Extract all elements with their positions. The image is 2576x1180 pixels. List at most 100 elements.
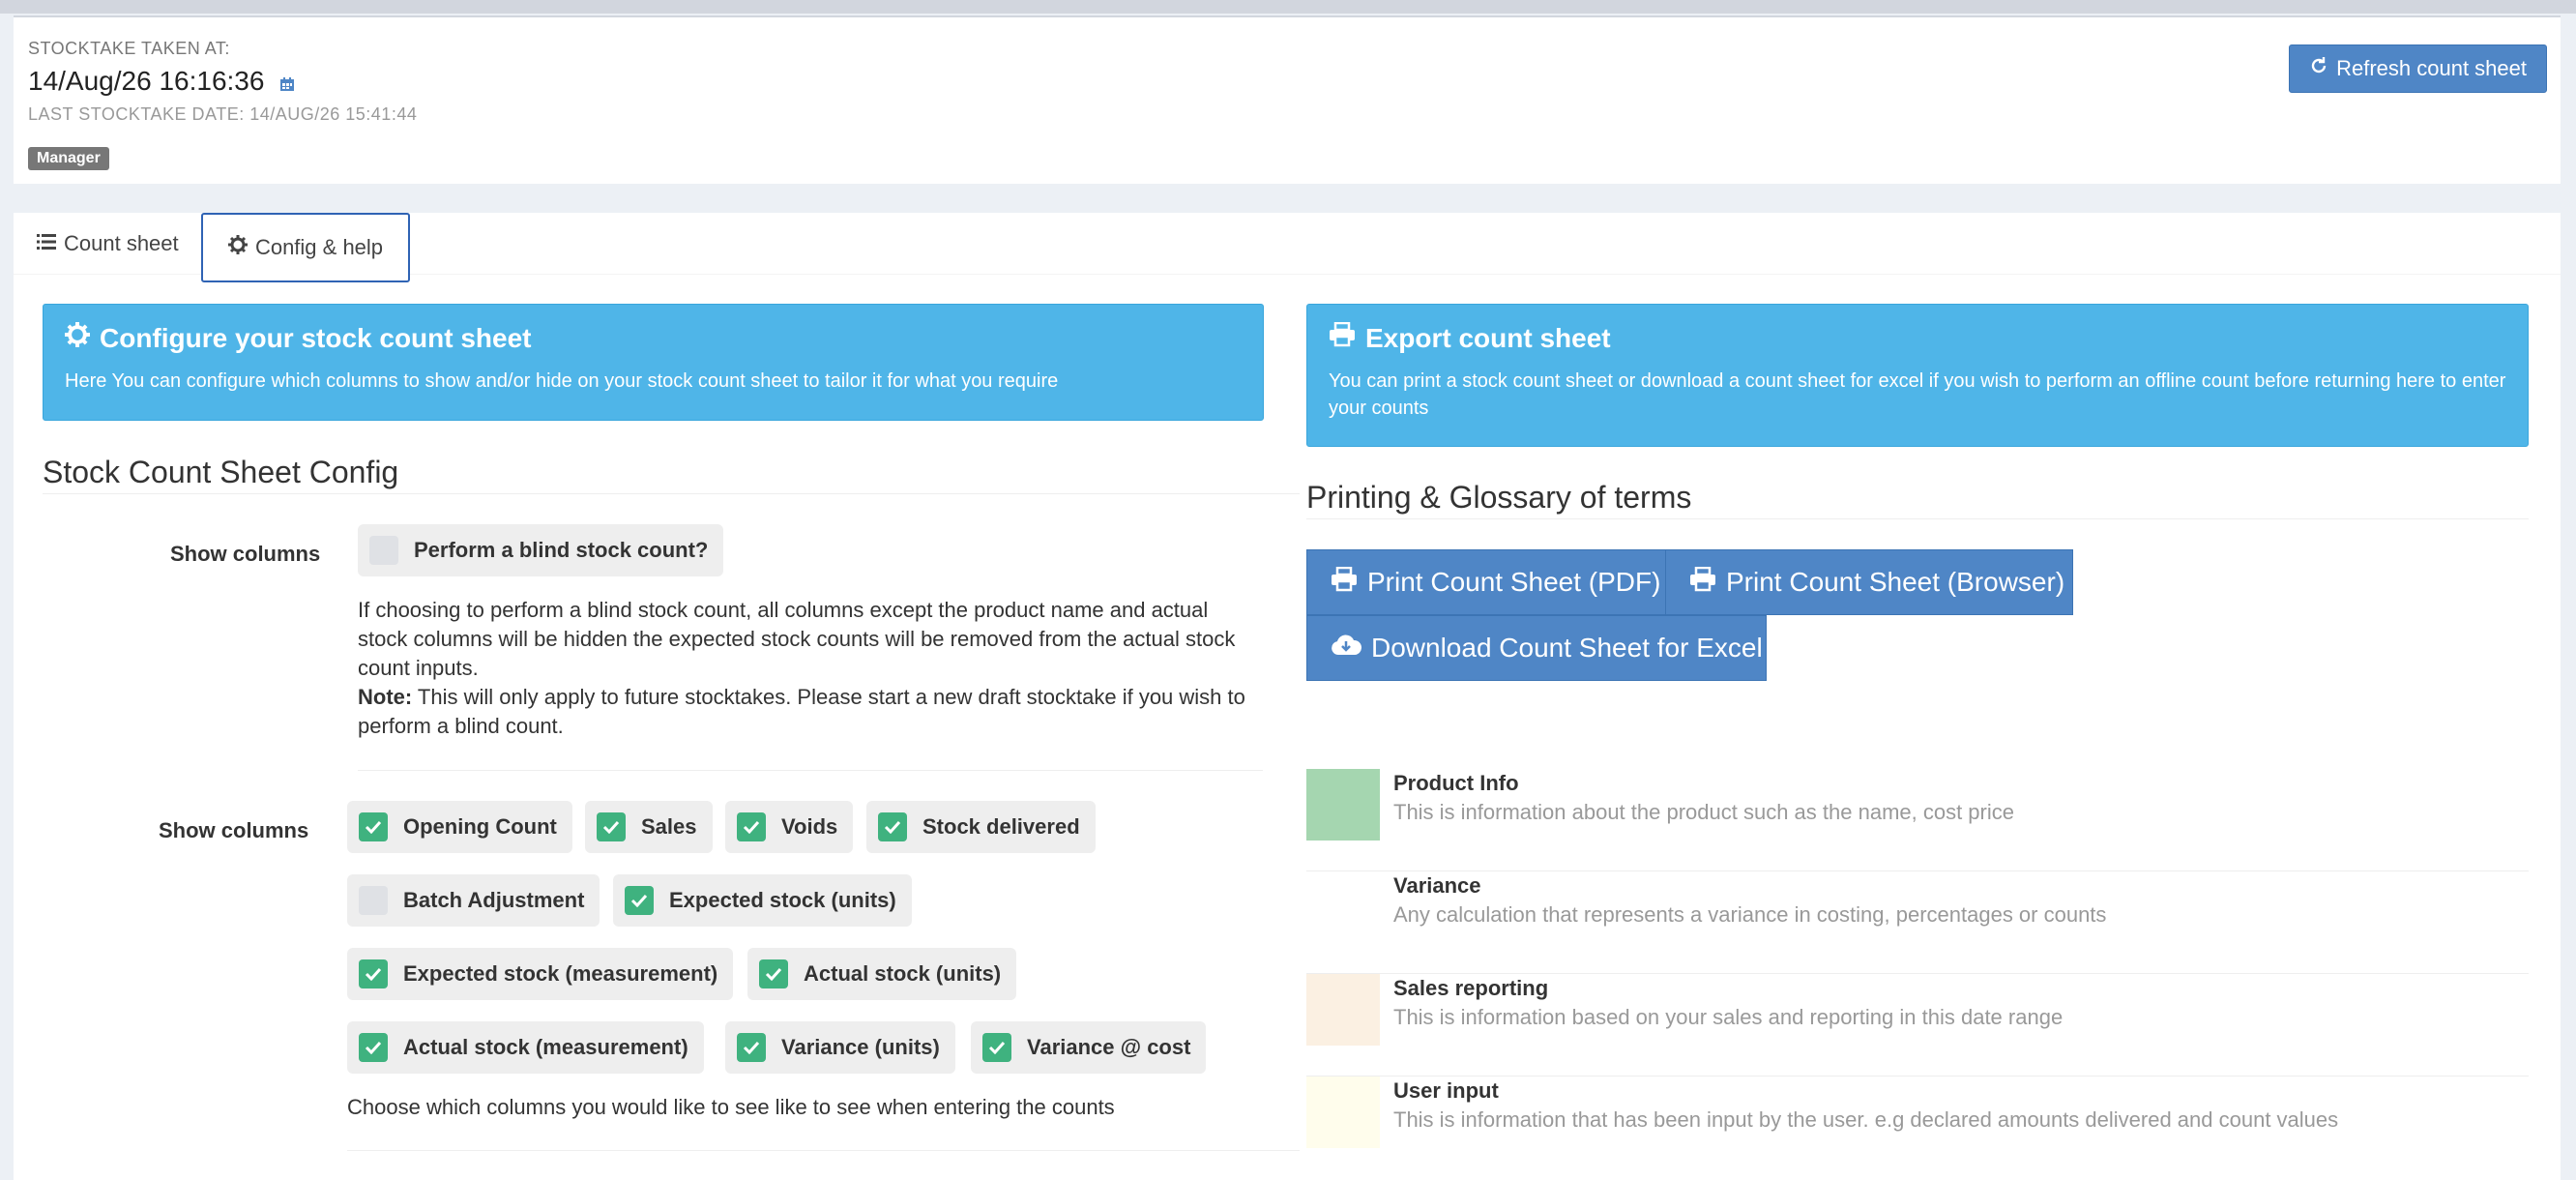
variance-swatch — [1306, 871, 1380, 943]
glossary-title: Variance — [1393, 873, 1481, 898]
configure-callout: Configure your stock count sheet Here Yo… — [43, 304, 1264, 421]
note-text: This will only apply to future stocktake… — [358, 685, 1245, 738]
column-label: Expected stock (units) — [669, 888, 896, 912]
printing-section-title: Printing & Glossary of terms — [1306, 480, 1692, 515]
blind-help-text: If choosing to perform a blind stock cou… — [358, 598, 1236, 680]
divider — [358, 770, 1263, 771]
checkbox-unchecked-icon — [359, 886, 388, 915]
cloud-download-icon — [1331, 633, 1362, 664]
blind-help: If choosing to perform a blind stock cou… — [358, 596, 1257, 741]
export-text: You can print a stock count sheet or dow… — [1329, 370, 2506, 419]
gear-icon — [227, 235, 248, 260]
column-label: Sales — [641, 814, 697, 839]
check-icon — [982, 1033, 1011, 1062]
check-icon — [737, 1033, 766, 1062]
refresh-icon — [2309, 56, 2328, 81]
tab-config-help-label: Config & help — [254, 235, 384, 259]
column-toggle-expected-units[interactable]: Expected stock (units) — [613, 874, 912, 927]
check-icon — [359, 959, 388, 988]
config-section-title: Stock Count Sheet Config — [43, 455, 399, 489]
check-icon — [597, 812, 626, 841]
column-label: Expected stock (measurement) — [403, 961, 718, 986]
print-pdf-button[interactable]: Print Count Sheet (PDF) — [1306, 549, 1666, 615]
column-toggle-stock-delivered[interactable]: Stock delivered — [866, 801, 1096, 853]
column-toggle-sales[interactable]: Sales — [585, 801, 713, 853]
glossary-title: Sales reporting — [1393, 976, 1549, 1000]
user-input-swatch — [1306, 1077, 1380, 1148]
column-label: Opening Count — [403, 814, 557, 839]
download-excel-button[interactable]: Download Count Sheet for Excel — [1306, 615, 1767, 681]
column-toggle-variance-cost[interactable]: Variance @ cost — [971, 1021, 1207, 1074]
printer-icon — [1689, 566, 1716, 599]
columns-row-label: Show columns — [159, 818, 309, 842]
columns-help: Choose which columns you would like to s… — [347, 1095, 1115, 1119]
column-label: Actual stock (measurement) — [403, 1035, 688, 1059]
glossary-item-product-info: Product Info This is information about t… — [1306, 769, 2529, 871]
glossary-desc: This is information based on your sales … — [1393, 1005, 2064, 1029]
check-icon — [359, 812, 388, 841]
taken-label: STOCKTAKE TAKEN AT: — [28, 39, 230, 58]
column-label: Batch Adjustment — [403, 888, 585, 912]
printer-icon — [1329, 321, 1356, 354]
configure-title: Configure your stock count sheet — [100, 322, 532, 353]
divider — [347, 1150, 1300, 1151]
column-toggle-actual-measurement[interactable]: Actual stock (measurement) — [347, 1021, 704, 1074]
column-label: Voids — [781, 814, 838, 839]
column-toggle-expected-measurement[interactable]: Expected stock (measurement) — [347, 948, 734, 1000]
column-toggle-actual-units[interactable]: Actual stock (units) — [747, 948, 1017, 1000]
column-label: Actual stock (units) — [804, 961, 1002, 986]
last-stocktake-date: LAST STOCKTAKE DATE: 14/AUG/26 15:41:44 — [28, 104, 418, 124]
glossary-item-user-input: User input This is information that has … — [1306, 1077, 2529, 1179]
configure-text: Here You can configure which columns to … — [65, 370, 1059, 392]
note-label: Note: — [358, 685, 413, 709]
export-title: Export count sheet — [1365, 322, 1611, 353]
divider — [1306, 518, 2529, 519]
role-badge: Manager — [28, 147, 109, 170]
check-icon — [737, 812, 766, 841]
check-icon — [625, 886, 654, 915]
glossary-desc: Any calculation that represents a varian… — [1393, 902, 2107, 927]
download-excel-label: Download Count Sheet for Excel — [1371, 633, 1763, 663]
glossary-title: User input — [1393, 1078, 1499, 1103]
tab-bar: Count sheet Config & help — [14, 213, 2561, 282]
glossary-desc: This is information that has been input … — [1393, 1107, 2339, 1132]
taken-value: 14/Aug/26 16:16:36 — [28, 66, 295, 97]
tab-count-sheet[interactable]: Count sheet — [14, 213, 202, 275]
check-icon — [759, 959, 788, 988]
check-icon — [878, 812, 907, 841]
refresh-label: Refresh count sheet — [2336, 56, 2527, 80]
refresh-count-sheet-button[interactable]: Refresh count sheet — [2289, 44, 2547, 93]
stocktake-header: STOCKTAKE TAKEN AT: 14/Aug/26 16:16:36 L… — [14, 15, 2561, 184]
glossary-item-variance: Variance Any calculation that represents… — [1306, 871, 2529, 974]
glossary-item-sales-reporting: Sales reporting This is information base… — [1306, 974, 2529, 1077]
column-toggle-voids[interactable]: Voids — [725, 801, 854, 853]
gear-icon — [65, 322, 90, 354]
column-toggle-opening-count[interactable]: Opening Count — [347, 801, 572, 853]
column-toggle-batch-adjustment[interactable]: Batch Adjustment — [347, 874, 600, 927]
list-icon — [37, 231, 56, 256]
print-pdf-label: Print Count Sheet (PDF) — [1367, 567, 1661, 597]
taken-datetime: 14/Aug/26 16:16:36 — [28, 66, 265, 96]
product-info-swatch — [1306, 769, 1380, 841]
check-icon — [359, 1033, 388, 1062]
top-border — [0, 0, 2576, 14]
blind-count-checkbox[interactable]: Perform a blind stock count? — [358, 524, 724, 576]
checkbox-unchecked-icon — [369, 536, 398, 565]
glossary-title: Product Info — [1393, 771, 1519, 795]
tab-config-help[interactable]: Config & help — [201, 213, 410, 282]
sales-reporting-swatch — [1306, 974, 1380, 1046]
tab-panel: Count sheet Config & help Configure your… — [14, 213, 2561, 1180]
column-label: Stock delivered — [922, 814, 1080, 839]
blind-row-label: Show columns — [170, 542, 321, 566]
printer-icon — [1331, 566, 1358, 599]
blind-count-label: Perform a blind stock count? — [414, 538, 709, 562]
column-label: Variance (units) — [781, 1035, 940, 1059]
calendar-icon[interactable] — [279, 68, 295, 91]
column-label: Variance @ cost — [1027, 1035, 1191, 1059]
print-browser-button[interactable]: Print Count Sheet (Browser) — [1665, 549, 2073, 615]
print-browser-label: Print Count Sheet (Browser) — [1726, 567, 2065, 597]
export-callout: Export count sheet You can print a stock… — [1306, 304, 2529, 447]
glossary-desc: This is information about the product su… — [1393, 800, 2014, 824]
column-toggle-variance-units[interactable]: Variance (units) — [725, 1021, 955, 1074]
divider — [43, 493, 1300, 494]
